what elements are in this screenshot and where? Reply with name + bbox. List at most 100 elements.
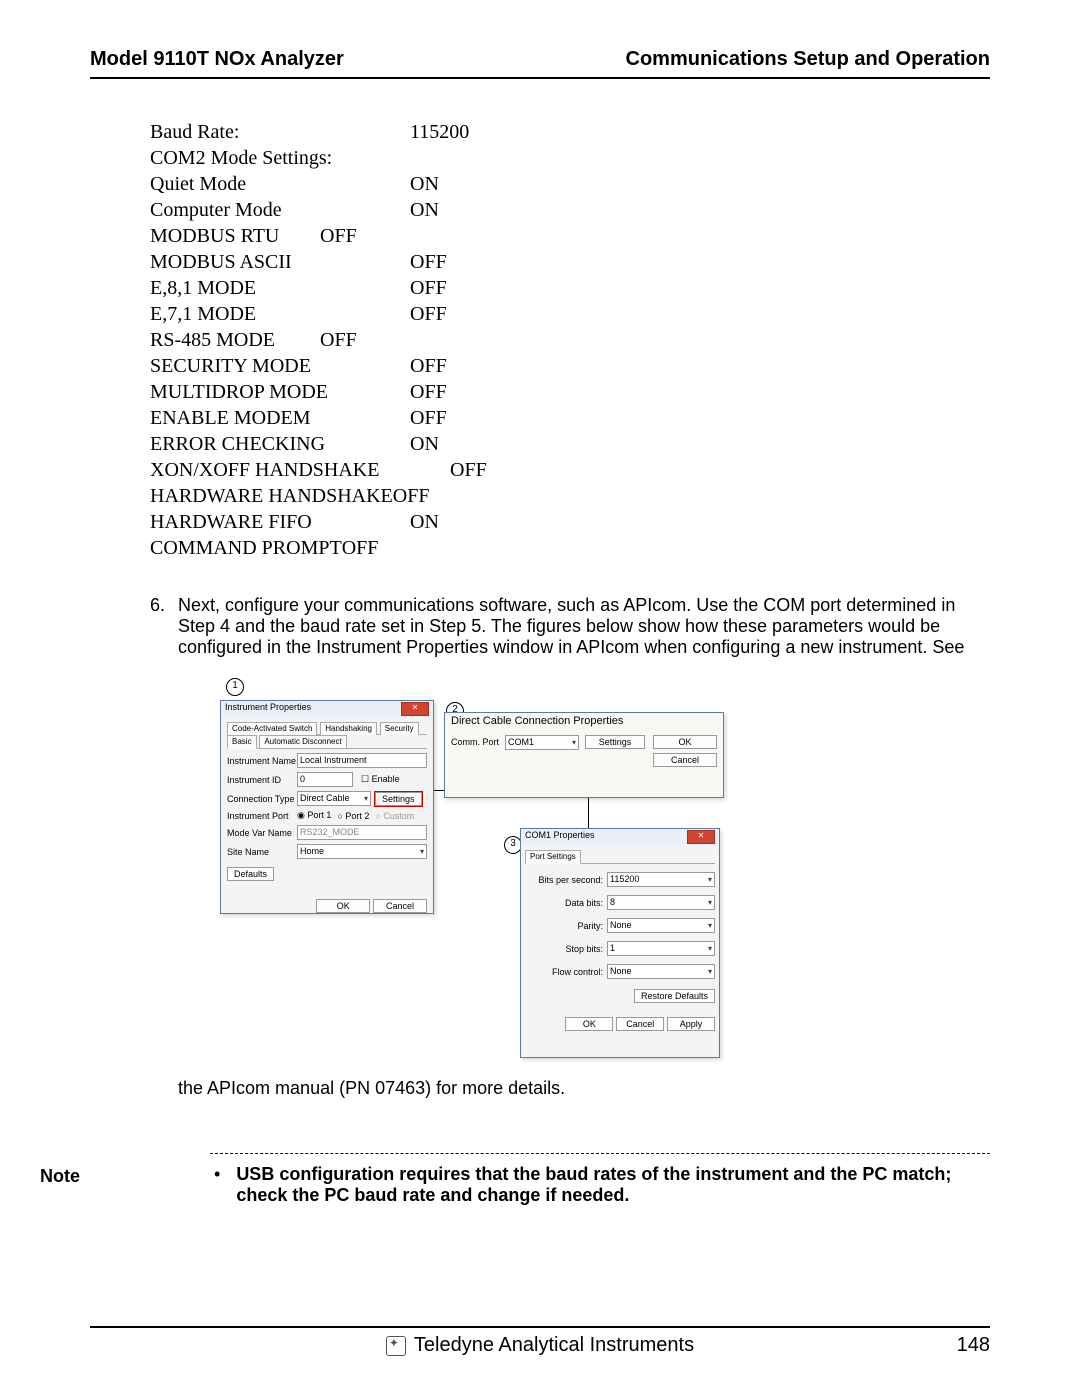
tab-cas[interactable]: Code-Activated Switch — [227, 722, 317, 735]
setting-key: MODBUS RTU — [150, 223, 320, 249]
enable-checkbox[interactable]: ☐ Enable — [361, 774, 400, 785]
setting-value: OFF — [410, 405, 447, 431]
ok-button[interactable]: OK — [565, 1017, 613, 1031]
setting-row: Baud Rate:115200 — [150, 119, 990, 145]
instrument-name-field[interactable]: Local Instrument — [297, 753, 427, 768]
port2-radio[interactable]: ○ Port 2 — [337, 811, 369, 821]
modevar-field[interactable]: RS232_MODE — [297, 825, 427, 840]
page-footer: Teledyne Analytical Instruments 148 — [90, 1326, 990, 1357]
setting-value: ON — [410, 509, 439, 535]
tab-handshaking[interactable]: Handshaking — [320, 722, 377, 735]
stopbits-select[interactable]: 1 — [607, 941, 715, 956]
setting-key: Computer Mode — [150, 197, 410, 223]
setting-key: ERROR CHECKING — [150, 431, 410, 457]
note-box: Note • USB configuration requires that t… — [210, 1153, 990, 1206]
bullet-icon: • — [214, 1164, 220, 1206]
modevar-label: Mode Var Name — [227, 828, 297, 838]
setting-value: OFF — [320, 223, 357, 249]
dialog-title: COM1 Properties — [525, 830, 595, 844]
setting-row: ENABLE MODEMOFF — [150, 405, 990, 431]
note-text: USB configuration requires that the baud… — [236, 1164, 990, 1206]
stopbits-label: Stop bits: — [525, 944, 607, 954]
bps-select[interactable]: 115200 — [607, 872, 715, 887]
note-label: Note — [40, 1166, 80, 1187]
setting-value: OFF — [410, 353, 447, 379]
commport-label: Comm. Port — [451, 737, 499, 747]
defaults-button[interactable]: Defaults — [227, 867, 274, 881]
instrument-name-label: Instrument Name — [227, 756, 297, 766]
parity-label: Parity: — [525, 921, 607, 931]
step-6: 6. Next, configure your communications s… — [150, 595, 990, 658]
flow-select[interactable]: None — [607, 964, 715, 979]
bps-label: Bits per second: — [525, 875, 607, 885]
conn-type-label: Connection Type — [227, 794, 297, 804]
cancel-button[interactable]: Cancel — [616, 1017, 664, 1031]
close-icon[interactable]: ✕ — [401, 702, 429, 716]
setting-key: MULTIDROP MODE — [150, 379, 410, 405]
setting-value: OFF — [393, 483, 430, 509]
setting-row: COMMAND PROMPTOFF — [150, 535, 990, 561]
dialog-titlebar[interactable]: Instrument Properties ✕ — [221, 701, 433, 717]
port1-radio[interactable]: ◉ Port 1 — [297, 810, 331, 821]
databits-select[interactable]: 8 — [607, 895, 715, 910]
settings-button[interactable]: Settings — [375, 792, 422, 806]
setting-value: ON — [410, 197, 439, 223]
step-text: Next, configure your communications soft… — [178, 595, 990, 658]
tab-security[interactable]: Security — [380, 722, 419, 735]
restore-defaults-button[interactable]: Restore Defaults — [634, 989, 715, 1003]
cancel-button[interactable]: Cancel — [653, 753, 717, 767]
dialog-title: Instrument Properties — [225, 702, 311, 716]
setting-row: MULTIDROP MODEOFF — [150, 379, 990, 405]
setting-key: E,8,1 MODE — [150, 275, 410, 301]
setting-value: ON — [410, 171, 439, 197]
header-left: Model 9110T NOx Analyzer — [90, 48, 344, 71]
direct-cable-properties-dialog: Direct Cable Connection Properties Comm.… — [444, 712, 724, 798]
setting-value: 115200 — [410, 119, 469, 145]
after-figure-text: the APIcom manual (PN 07463) for more de… — [178, 1078, 990, 1099]
setting-row: RS-485 MODEOFF — [150, 327, 990, 353]
tab-port-settings[interactable]: Port Settings — [525, 850, 581, 864]
sitename-label: Site Name — [227, 847, 297, 857]
setting-key: MODBUS ASCII — [150, 249, 410, 275]
setting-row: MODBUS ASCIIOFF — [150, 249, 990, 275]
setting-key: COMMAND PROMPT — [150, 535, 342, 561]
setting-value: OFF — [450, 457, 487, 483]
close-icon[interactable]: ✕ — [687, 830, 715, 844]
dialog-titlebar[interactable]: COM1 Properties ✕ — [521, 829, 719, 845]
footer-company: Teledyne Analytical Instruments — [414, 1334, 694, 1357]
setting-value: ON — [410, 431, 439, 457]
databits-label: Data bits: — [525, 898, 607, 908]
setting-value: OFF — [320, 327, 357, 353]
header-right: Communications Setup and Operation — [626, 48, 990, 71]
settings-button[interactable]: Settings — [585, 735, 645, 749]
teledyne-logo-icon — [386, 1336, 406, 1356]
setting-key: HARDWARE HANDSHAKE — [150, 483, 393, 509]
setting-key: E,7,1 MODE — [150, 301, 410, 327]
setting-key: XON/XOFF HANDSHAKE — [150, 457, 450, 483]
sitename-select[interactable]: Home — [297, 844, 427, 859]
commport-select[interactable]: COM1 — [505, 735, 579, 750]
setting-row: HARDWARE FIFOON — [150, 509, 990, 535]
setting-value: OFF — [410, 379, 447, 405]
setting-value: OFF — [410, 301, 447, 327]
setting-key: COM2 Mode Settings: — [150, 145, 410, 171]
tab-autodisc[interactable]: Automatic Disconnect — [259, 735, 346, 748]
conn-type-select[interactable]: Direct Cable — [297, 791, 371, 806]
setting-key: HARDWARE FIFO — [150, 509, 410, 535]
custom-radio[interactable]: ○ Custom — [375, 811, 414, 821]
cancel-button[interactable]: Cancel — [373, 899, 427, 913]
flow-label: Flow control: — [525, 967, 607, 977]
setting-key: ENABLE MODEM — [150, 405, 410, 431]
ok-button[interactable]: OK — [653, 735, 717, 749]
setting-row: COM2 Mode Settings: — [150, 145, 990, 171]
setting-row: E,7,1 MODEOFF — [150, 301, 990, 327]
ok-button[interactable]: OK — [316, 899, 370, 913]
setting-value: OFF — [342, 535, 379, 561]
apicom-figure: 1 2 3 Instrument Properties ✕ Code-Activ… — [220, 678, 730, 1068]
apply-button[interactable]: Apply — [667, 1017, 715, 1031]
parity-select[interactable]: None — [607, 918, 715, 933]
instrument-id-field[interactable]: 0 — [297, 772, 353, 787]
setting-value: OFF — [410, 275, 447, 301]
tab-basic[interactable]: Basic — [227, 735, 257, 749]
tab-bar-2: Basic Automatic Disconnect — [227, 734, 427, 749]
